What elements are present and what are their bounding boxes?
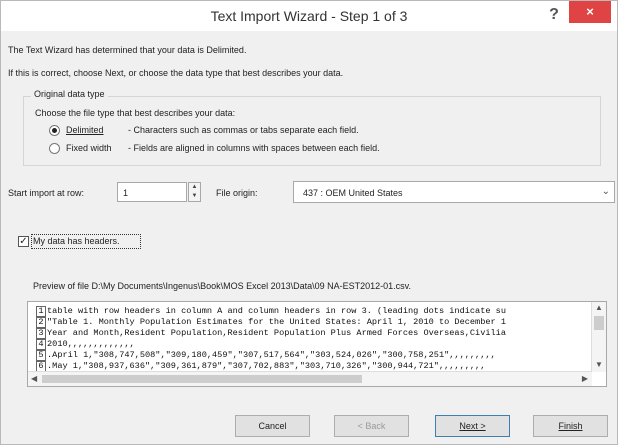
- line-number: 5: [36, 350, 46, 361]
- cancel-button[interactable]: Cancel: [235, 415, 310, 437]
- line-text: .April 1,"308,747,508","309,180,459","30…: [47, 350, 496, 360]
- file-preview[interactable]: 1 table with row headers in column A and …: [27, 301, 607, 387]
- chevron-down-icon[interactable]: ⌄: [602, 186, 610, 197]
- close-button[interactable]: ×: [569, 1, 611, 23]
- file-origin-value: 437 : OEM United States: [303, 188, 403, 198]
- preview-line: 4 2010,,,,,,,,,,,,,: [36, 339, 135, 350]
- horizontal-scrollbar[interactable]: ◀ ▶: [28, 371, 592, 386]
- scroll-left-icon[interactable]: ◀: [31, 374, 37, 383]
- start-import-label: Start import at row:: [8, 188, 85, 198]
- line-text: "Table 1. Monthly Population Estimates f…: [47, 317, 506, 327]
- text-import-wizard-dialog: Text Import Wizard - Step 1 of 3 ? × The…: [0, 0, 618, 445]
- delimited-radio[interactable]: [49, 125, 60, 136]
- next-button[interactable]: Next >: [435, 415, 510, 437]
- preview-line: 2 "Table 1. Monthly Population Estimates …: [36, 317, 506, 328]
- spinner-down-icon[interactable]: ▼: [189, 192, 200, 201]
- title-bar: Text Import Wizard - Step 1 of 3 ? ×: [1, 1, 617, 31]
- back-button[interactable]: < Back: [334, 415, 409, 437]
- intro-line-1: The Text Wizard has determined that your…: [8, 45, 247, 55]
- line-text: Year and Month,Resident Population,Resid…: [47, 328, 506, 338]
- fixed-width-label[interactable]: Fixed width: [66, 143, 112, 153]
- start-row-value: 1: [123, 188, 129, 198]
- line-text: 2010,,,,,,,,,,,,,: [47, 339, 135, 349]
- start-row-spinner[interactable]: ▲ ▼: [188, 182, 201, 202]
- scroll-up-icon[interactable]: ▲: [595, 303, 603, 312]
- line-text: .May 1,"308,937,636","309,361,879","307,…: [47, 361, 486, 371]
- scroll-down-icon[interactable]: ▼: [595, 360, 603, 369]
- file-type-prompt: Choose the file type that best describes…: [35, 108, 236, 118]
- headers-label[interactable]: My data has headers.: [33, 236, 120, 246]
- delimited-label[interactable]: Delimited: [66, 125, 104, 135]
- help-button[interactable]: ?: [541, 3, 567, 27]
- fixed-width-radio[interactable]: [49, 143, 60, 154]
- line-number: 4: [36, 339, 46, 350]
- file-origin-label: File origin:: [216, 188, 258, 198]
- headers-checkbox[interactable]: ✓: [18, 236, 29, 247]
- line-number: 2: [36, 317, 46, 328]
- line-number: 1: [36, 306, 46, 317]
- line-number: 3: [36, 328, 46, 339]
- delimited-desc: - Characters such as commas or tabs sepa…: [128, 125, 359, 135]
- preview-line: 5 .April 1,"308,747,508","309,180,459","3…: [36, 350, 496, 361]
- spinner-up-icon[interactable]: ▲: [189, 183, 200, 192]
- vertical-scroll-thumb[interactable]: [594, 316, 604, 330]
- start-row-input[interactable]: 1: [117, 182, 187, 202]
- preview-line: 1 table with row headers in column A and …: [36, 306, 506, 317]
- intro-line-2: If this is correct, choose Next, or choo…: [8, 68, 344, 78]
- group-label: Original data type: [31, 89, 108, 99]
- line-text: table with row headers in column A and c…: [47, 306, 506, 316]
- dialog-title: Text Import Wizard - Step 1 of 3: [210, 8, 408, 24]
- scroll-right-icon[interactable]: ▶: [582, 374, 588, 383]
- finish-button[interactable]: Finish: [533, 415, 608, 437]
- vertical-scrollbar[interactable]: ▲ ▼: [591, 302, 606, 372]
- preview-label: Preview of file D:\My Documents\Ingenus\…: [33, 281, 411, 291]
- fixed-width-desc: - Fields are aligned in columns with spa…: [128, 143, 380, 153]
- preview-line: 3 Year and Month,Resident Population,Resi…: [36, 328, 506, 339]
- horizontal-scroll-thumb[interactable]: [42, 375, 362, 383]
- file-origin-select[interactable]: 437 : OEM United States ⌄: [293, 181, 615, 203]
